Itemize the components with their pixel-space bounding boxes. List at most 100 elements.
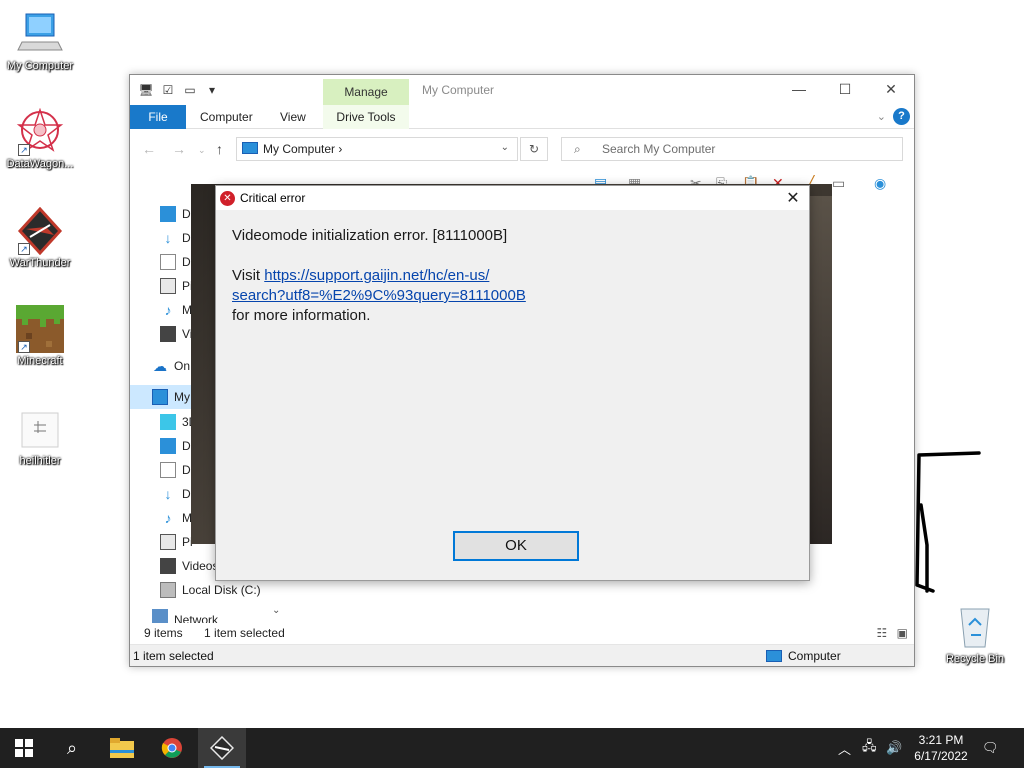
notifications-button[interactable]: 🗨: [982, 728, 999, 768]
game-splash-edge: [808, 196, 832, 544]
sidebar-item-network[interactable]: Network: [152, 609, 218, 623]
volume-tray[interactable]: 🔊: [886, 728, 902, 768]
sidebar-item-label: D: [182, 207, 191, 221]
address-text: My Computer ›: [263, 142, 343, 156]
sidebar-item-desktop[interactable]: D: [160, 203, 191, 225]
scroll-down-icon[interactable]: ⌄: [272, 605, 280, 616]
properties-icon[interactable]: ▭: [832, 175, 845, 192]
search-box[interactable]: ⌕ Search My Computer: [561, 137, 903, 161]
sidebar-item-label: Network: [174, 613, 219, 623]
sidebar-item-downloads[interactable]: ↓ D: [160, 227, 191, 249]
sidebar-item-label: D: [182, 439, 191, 453]
status-bar: 1 item selected Computer: [130, 644, 914, 666]
properties-icon[interactable]: ☑: [160, 82, 176, 98]
sidebar-item-music-2[interactable]: ♪ M: [160, 507, 193, 529]
desktop-icon-my-computer[interactable]: My Computer: [0, 10, 80, 72]
computer-icon: [16, 10, 64, 58]
tab-drive-tools[interactable]: Drive Tools: [323, 105, 409, 129]
address-bar[interactable]: My Computer › ⌄: [236, 137, 518, 161]
close-icon[interactable]: ✕: [783, 188, 803, 208]
tab-file[interactable]: File: [130, 105, 186, 129]
maximize-button[interactable]: ☐: [822, 75, 868, 105]
network-tray[interactable]: 🖧: [862, 728, 877, 768]
desktop-icon: [160, 438, 176, 454]
sidebar-item-local-disk[interactable]: Local Disk (C:): [160, 579, 261, 601]
sidebar-item-desktop-2[interactable]: D: [160, 435, 191, 457]
notification-icon: 🗨: [982, 740, 999, 755]
visit-prefix: Visit: [232, 267, 265, 284]
support-link-continued[interactable]: search?utf8=%E2%9C%93query=8111000B: [232, 287, 526, 304]
desktop-icon-datawagon[interactable]: ↗ DataWagon...: [0, 107, 80, 170]
info-suffix: for more information.: [232, 307, 371, 324]
desktop-icon-minecraft[interactable]: ↗ Minecraft: [0, 305, 80, 367]
support-link[interactable]: https://support.gaijin.net/hc/en-us/: [264, 267, 489, 284]
close-button[interactable]: ✕: [868, 75, 914, 105]
computer-icon: [766, 650, 782, 662]
expand-ribbon-icon[interactable]: ⌄: [877, 110, 886, 123]
minimize-button[interactable]: —: [776, 75, 822, 105]
sidebar-item-pictures[interactable]: Pi: [160, 275, 193, 297]
customize-qat-icon[interactable]: ▾: [204, 82, 220, 98]
sidebar-item-music[interactable]: ♪ M: [160, 299, 193, 321]
onedrive-icon: ☁: [153, 358, 167, 374]
forward-button[interactable]: →: [172, 141, 186, 157]
hand-drawn-scribble: [915, 451, 981, 593]
show-hidden-icons[interactable]: ︿: [838, 728, 851, 768]
link-line-2: search?utf8=%E2%9C%93query=8111000B: [232, 286, 792, 306]
error-icon: ✕: [220, 191, 235, 206]
desktop-icon-recycle-bin[interactable]: Recycle Bin: [935, 603, 1015, 665]
up-button[interactable]: ↑: [216, 141, 223, 157]
network-icon: [152, 609, 168, 623]
sidebar-item-downloads-2[interactable]: ↓ D: [160, 483, 191, 505]
explorer-title-bar[interactable]: 🖥 ☑ ▭ ▾ Manage My Computer — ☐ ✕: [130, 75, 914, 105]
desktop-icon-label: Minecraft: [17, 355, 63, 367]
chevron-down-icon[interactable]: ⌄: [501, 142, 509, 153]
sidebar-item-my-computer[interactable]: My: [152, 386, 190, 408]
desktop-icon-label: WarThunder: [9, 257, 71, 269]
desktop-icon-heilhitler[interactable]: heilhitler: [0, 405, 80, 467]
refresh-button[interactable]: ↻: [520, 137, 548, 161]
sidebar-item-documents-2[interactable]: D: [160, 459, 191, 481]
start-button[interactable]: [0, 728, 48, 768]
3d-objects-icon: [160, 414, 176, 430]
computer-icon: [242, 142, 258, 154]
details-view-icon[interactable]: ☷: [877, 626, 888, 640]
chrome-taskbar-button[interactable]: [148, 728, 196, 768]
video-icon: [160, 326, 176, 342]
sidebar-item-onedrive[interactable]: ☁ On: [152, 355, 190, 377]
recent-locations-icon[interactable]: ⌄: [198, 145, 206, 156]
new-folder-icon[interactable]: ▭: [182, 82, 198, 98]
music-icon: ♪: [164, 302, 172, 318]
critical-error-dialog[interactable]: ✕ Critical error ✕ Videomode initializat…: [215, 185, 810, 581]
desktop-icon-label: DataWagon...: [6, 158, 74, 170]
computer-icon: [152, 389, 168, 405]
globe-icon[interactable]: ◉: [874, 175, 886, 192]
warthunder-taskbar-button[interactable]: [198, 728, 246, 768]
dialog-title-bar[interactable]: ✕ Critical error ✕: [216, 186, 809, 210]
pictures-icon: [160, 534, 176, 550]
sidebar-item-pictures-2[interactable]: Pi: [160, 531, 193, 553]
file-explorer-taskbar-button[interactable]: [98, 728, 146, 768]
large-icons-view-icon[interactable]: ▣: [897, 626, 908, 640]
back-button[interactable]: ←: [142, 141, 156, 157]
search-button[interactable]: ⌕: [48, 728, 96, 768]
tab-computer[interactable]: Computer: [200, 105, 253, 129]
desktop-icon-warthunder[interactable]: ↗ WarThunder: [0, 206, 80, 269]
sidebar-item-videos-2[interactable]: Videos: [160, 555, 218, 577]
tab-view[interactable]: View: [280, 105, 306, 129]
document-icon: [160, 254, 176, 270]
tab-manage[interactable]: Manage: [323, 79, 409, 105]
help-icon[interactable]: ?: [893, 108, 910, 125]
sidebar-item-label: D: [182, 231, 191, 245]
search-icon: ⌕: [574, 142, 581, 156]
sidebar-item-label: My: [174, 390, 190, 404]
selected-count: 1 item selected: [204, 626, 285, 640]
ok-button[interactable]: OK: [453, 531, 579, 561]
item-count: 9 items: [144, 626, 183, 640]
clock[interactable]: 3:21 PM 6/17/2022: [906, 732, 976, 764]
music-icon: ♪: [164, 510, 172, 526]
sidebar-item-documents[interactable]: D: [160, 251, 191, 273]
sidebar-item-videos[interactable]: Vi: [160, 323, 192, 345]
desktop-icon-label: Recycle Bin: [945, 653, 1005, 665]
status-selected: 1 item selected: [133, 649, 214, 663]
